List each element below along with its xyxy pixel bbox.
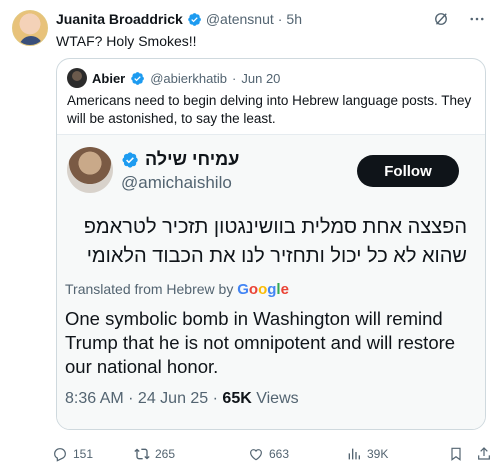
- embedded-name-row: עמיחי שילה: [121, 149, 239, 170]
- views-button[interactable]: 39K: [346, 446, 388, 462]
- author-handle[interactable]: @atensnut: [206, 11, 274, 27]
- author-name[interactable]: Juanita Broaddrick: [56, 11, 183, 27]
- quoted-tweet[interactable]: Abier @abierkhatib · Jun 20 Americans ne…: [56, 58, 486, 430]
- google-logo: Google: [237, 281, 289, 298]
- repost-button[interactable]: 265: [134, 446, 175, 462]
- separator-dot: ·: [232, 70, 237, 86]
- share-button[interactable]: [476, 446, 492, 462]
- action-bar: 151 265 663 39K: [52, 444, 492, 464]
- verified-badge-icon: [131, 71, 145, 85]
- tweet-header: Juanita Broaddrick @atensnut · 5h: [56, 11, 302, 27]
- views-count: 39K: [367, 447, 389, 461]
- bookmark-button[interactable]: [448, 446, 464, 462]
- embedded-author-name: עמיחי שילה: [145, 149, 240, 169]
- like-count: 663: [269, 447, 290, 461]
- translated-from-text: Translated from Hebrew by: [65, 281, 234, 297]
- more-icon[interactable]: [468, 10, 486, 28]
- quote-author-handle[interactable]: @abierkhatib: [150, 71, 227, 86]
- hebrew-text: הפצצה אחת סמלית בוושינגטון תזכיר לטראמפ …: [83, 216, 467, 267]
- tweet-text: WTAF? Holy Smokes!!: [56, 33, 197, 49]
- separator-dot: ·: [277, 11, 283, 27]
- avatar: [67, 147, 113, 193]
- embedded-screenshot[interactable]: עמיחי שילה @amichaishilo Follow הפצצה אח…: [57, 134, 485, 429]
- embedded-timestamp: 8:36 AM · 24 Jun 25 ·: [65, 390, 223, 407]
- avatar[interactable]: [67, 68, 87, 88]
- quote-author-name[interactable]: Abier: [92, 71, 125, 86]
- embedded-views-count: 65K: [222, 390, 252, 407]
- verified-badge-icon: [188, 12, 201, 26]
- tweet: Juanita Broaddrick @atensnut · 5h WTAF? …: [0, 0, 500, 471]
- grok-icon[interactable]: [432, 10, 450, 28]
- quote-text: Americans need to begin delving into Heb…: [67, 93, 472, 126]
- reply-icon: [54, 448, 66, 462]
- embedded-views-label: Views: [251, 390, 299, 407]
- embedded-meta: 8:36 AM · 24 Jun 25 · 65K Views: [65, 390, 299, 408]
- translated-label: Translated from Hebrew by Google: [65, 281, 289, 298]
- avatar[interactable]: [12, 10, 48, 46]
- like-button[interactable]: 663: [248, 446, 289, 462]
- verified-badge-icon: [122, 151, 138, 168]
- post-time[interactable]: 5h: [286, 11, 302, 27]
- reply-count: 151: [73, 447, 94, 461]
- bookmark-icon: [451, 447, 461, 461]
- repost-icon: [134, 448, 150, 460]
- embedded-author-handle: @amichaishilo: [121, 173, 232, 192]
- repost-count: 265: [155, 447, 176, 461]
- quote-time[interactable]: Jun 20: [241, 71, 280, 86]
- share-icon: [478, 447, 490, 460]
- reply-button[interactable]: 151: [52, 446, 93, 462]
- heart-icon: [250, 449, 262, 461]
- translation-text: One symbolic bomb in Washington will rem…: [65, 308, 456, 377]
- views-chart-icon: [348, 448, 360, 460]
- top-actions: [432, 10, 486, 28]
- quote-header: Abier @abierkhatib · Jun 20: [67, 68, 280, 88]
- follow-button: Follow: [357, 155, 459, 187]
